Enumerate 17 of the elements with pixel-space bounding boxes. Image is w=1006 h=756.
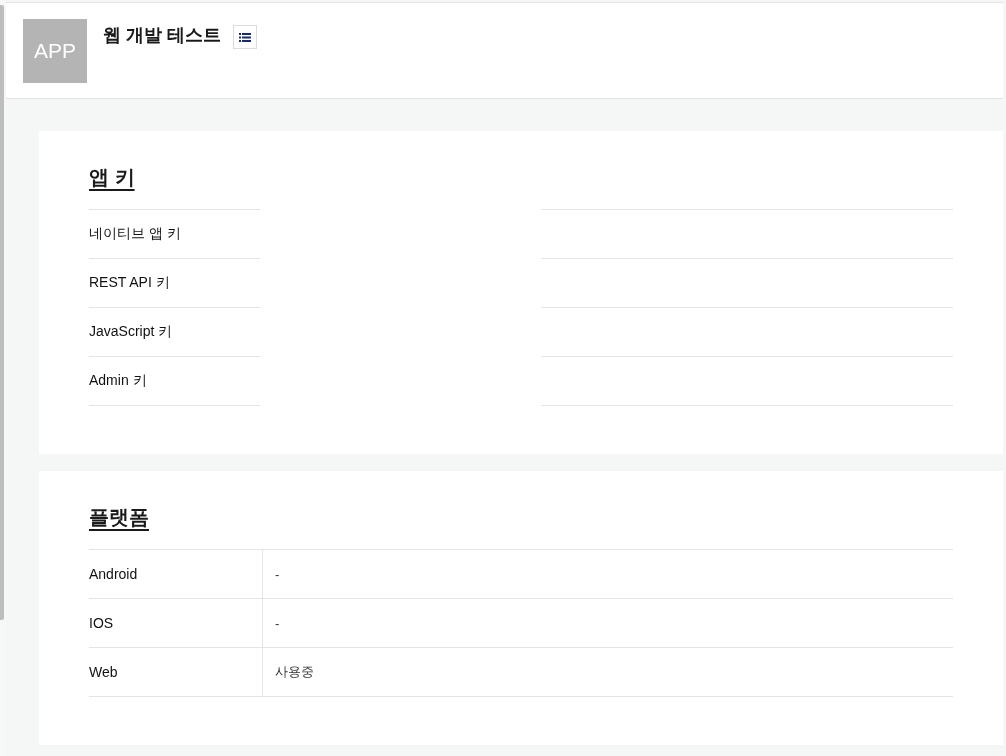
- platform-name: IOS: [89, 599, 262, 648]
- section-heading: 앱 키: [89, 165, 135, 190]
- platform-status: -: [262, 599, 953, 648]
- scrollbar-thumb[interactable]: [0, 5, 4, 620]
- key-label: JavaScript 키: [89, 322, 174, 341]
- app-logo-tile: APP: [23, 19, 87, 83]
- app-title: 웹 개발 테스트: [103, 24, 221, 47]
- section-heading: 플랫폼: [89, 505, 149, 530]
- key-label: 네이티브 앱 키: [89, 224, 182, 243]
- platform-name: Android: [89, 550, 262, 599]
- platform-name: Web: [89, 648, 262, 697]
- key-label: REST API 키: [89, 273, 171, 292]
- platform-status: -: [262, 550, 953, 599]
- list-icon: [239, 32, 251, 42]
- list-button[interactable]: [233, 25, 257, 49]
- platform-status: 사용중: [262, 648, 953, 697]
- key-label: Admin 키: [89, 371, 148, 390]
